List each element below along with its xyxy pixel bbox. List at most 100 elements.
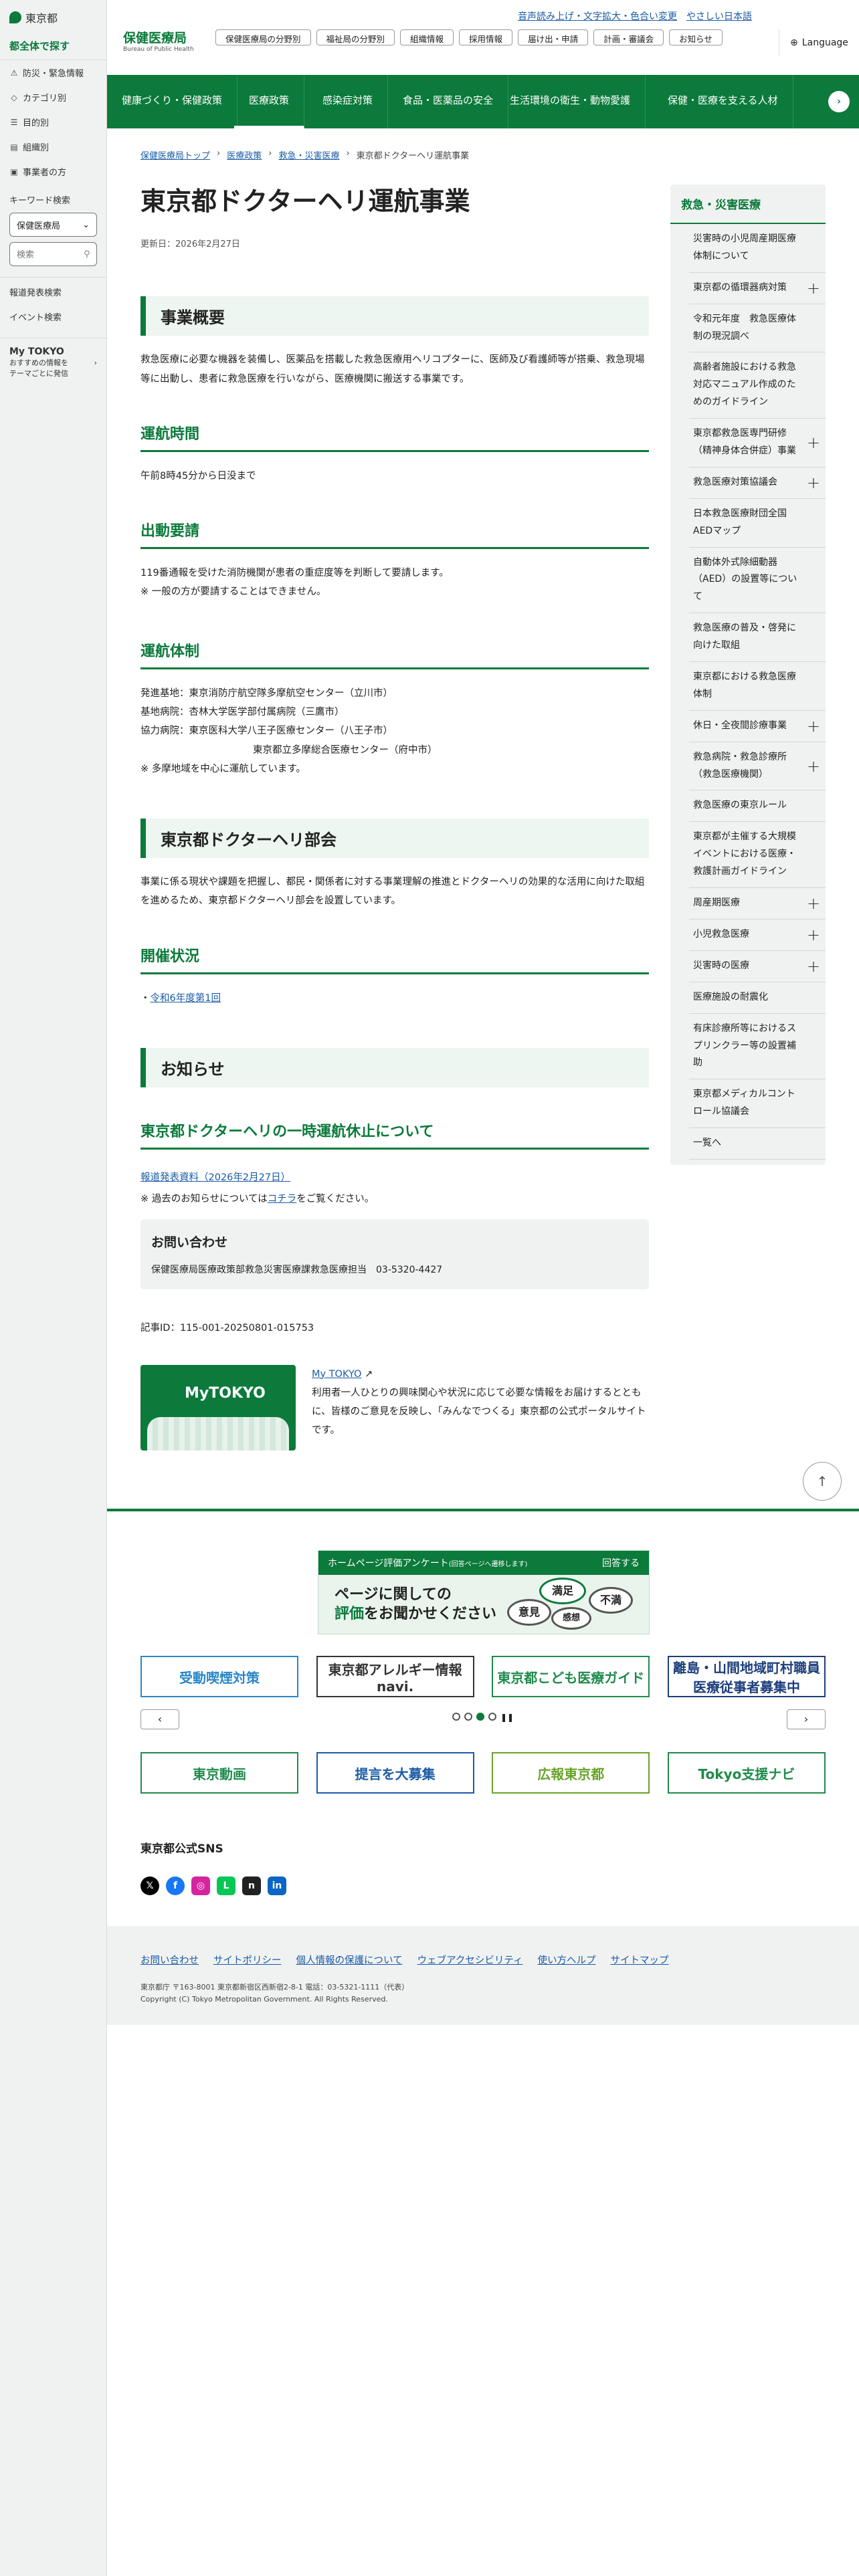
footer-link[interactable]: サイトマップ xyxy=(610,1953,668,1967)
footer-link[interactable]: お問い合わせ xyxy=(140,1953,199,1967)
footer-link[interactable]: 使い方ヘルプ xyxy=(537,1953,595,1967)
carousel-prev-button[interactable]: ‹ xyxy=(140,1709,179,1729)
survey-banner[interactable]: ホームページ評価アンケート(回答ページへ遷移します) 回答する ページに関しての… xyxy=(318,1550,650,1634)
side-nav-item[interactable]: 医療施設の耐震化 xyxy=(689,982,826,1014)
footer-link[interactable]: 個人情報の保護について xyxy=(296,1953,403,1967)
note-icon[interactable]: n xyxy=(242,1876,261,1895)
side-nav-item[interactable]: 東京都における救急医療体制 xyxy=(689,662,826,711)
nav-tab[interactable]: 食品・医薬品の安全 xyxy=(388,75,509,128)
linkedin-icon[interactable]: in xyxy=(268,1876,286,1895)
side-nav-item[interactable]: 令和元年度 救急医療体制の現況調べ xyxy=(689,304,826,353)
plus-icon[interactable]: + xyxy=(807,274,820,303)
mytokyo-link[interactable]: My TOKYO おすすめの情報を テーマごとに発信 › xyxy=(0,338,106,387)
nav-next-button[interactable]: › xyxy=(828,91,850,112)
carousel-dot[interactable] xyxy=(452,1713,460,1721)
banner-link[interactable]: 東京動画 xyxy=(140,1752,298,1794)
nav-tab[interactable]: 保健・医療を支える人材 xyxy=(653,75,793,128)
banner-link[interactable]: 提言を大募集 xyxy=(316,1752,474,1794)
banner-link[interactable]: 離島・山間地域町村職員 医療従事者募集中 xyxy=(667,1656,826,1697)
footer-link[interactable]: サイトポリシー xyxy=(213,1953,282,1967)
header-pill[interactable]: 組織情報 xyxy=(400,29,454,45)
facebook-icon[interactable]: f xyxy=(166,1876,185,1895)
past-news-link[interactable]: コチラ xyxy=(268,1194,297,1204)
breadcrumb-item[interactable]: 保健医療局トップ xyxy=(140,148,210,161)
instagram-icon[interactable]: ◎ xyxy=(191,1876,210,1895)
side-nav-item[interactable]: 休日・全夜間診療事業 + xyxy=(689,711,826,742)
language-button[interactable]: ⊕ Language xyxy=(779,29,859,56)
carousel-dot-active[interactable] xyxy=(476,1713,484,1721)
breadcrumb-item[interactable]: 医療政策 xyxy=(227,148,262,161)
side-nav-item[interactable]: 日本救急医療財団全国AEDマップ xyxy=(689,499,826,548)
pause-icon[interactable]: ❚❚ xyxy=(500,1713,514,1722)
press-release-link[interactable]: 報道発表資料（2026年2月27日） xyxy=(140,1172,290,1183)
header-pill[interactable]: 採用情報 xyxy=(459,29,513,45)
accessibility-link[interactable]: 音声読み上げ・文字拡大・色合い変更 xyxy=(518,9,677,23)
carousel-dot[interactable] xyxy=(488,1713,496,1721)
side-nav-item[interactable]: 東京都の循環器病対策 + xyxy=(689,273,826,304)
breadcrumb-item[interactable]: 救急・災害医療 xyxy=(278,148,339,161)
sidebar-item[interactable]: ⚠ 防災・緊急情報 xyxy=(0,60,106,85)
banner-link[interactable]: 東京都アレルギー情報navi. xyxy=(316,1656,474,1697)
side-nav-item[interactable]: 自動体外式除細動器（AED）の設置等について xyxy=(689,548,826,614)
plus-icon[interactable]: + xyxy=(807,428,820,457)
system-note: ※ 多摩地域を中心に運航しています。 xyxy=(140,763,306,774)
x-icon[interactable]: 𝕏 xyxy=(140,1876,159,1895)
header-pill[interactable]: 保健医療局の分野別 xyxy=(215,29,311,45)
status-link[interactable]: 令和6年度第1回 xyxy=(151,993,221,1004)
report-search-link[interactable]: 報道発表検索 xyxy=(0,278,106,302)
plus-icon[interactable]: + xyxy=(807,712,820,741)
side-nav-item[interactable]: 小児救急医療 + xyxy=(689,920,826,951)
list-icon: ☰ xyxy=(10,117,18,127)
side-nav-item[interactable]: 東京都メディカルコントロール協議会 xyxy=(689,1079,826,1129)
banner-link[interactable]: 東京都こども医療ガイド xyxy=(492,1656,650,1697)
plus-icon[interactable]: + xyxy=(807,468,820,498)
header-pill[interactable]: 届け出・申請 xyxy=(518,29,589,45)
footer-link[interactable]: ウェブアクセシビリティ xyxy=(417,1953,523,1967)
side-nav-item[interactable]: 救急医療の普及・啓発に向けた取組 xyxy=(689,613,826,663)
header-pill[interactable]: お知らせ xyxy=(669,29,723,45)
side-nav-item[interactable]: 災害時の医療 + xyxy=(689,951,826,982)
bureau-brand[interactable]: 保健医療局 Bureau of Public Health xyxy=(123,28,194,53)
carousel-dot[interactable] xyxy=(464,1713,472,1721)
mytokyo-image[interactable]: MyTOKYO xyxy=(140,1364,296,1451)
sidebar-item[interactable]: ◇ カテゴリ別 xyxy=(0,85,106,110)
plus-icon[interactable]: + xyxy=(807,952,820,981)
side-nav-item[interactable]: 災害時の小児周産期医療体制について xyxy=(689,224,826,273)
nav-tab[interactable]: 感染症対策 xyxy=(308,75,389,128)
side-nav-item[interactable]: 救急医療の東京ルール xyxy=(689,790,826,823)
header-pill[interactable]: 福祉局の分野別 xyxy=(316,29,395,45)
header-pill[interactable]: 計画・審議会 xyxy=(593,29,664,45)
sidebar-item[interactable]: ▣ 事業者の方 xyxy=(0,159,106,184)
side-nav-item[interactable]: 救急病院・救急診療所（救急医療機関） + xyxy=(689,742,826,791)
search-icon[interactable]: ⚲ xyxy=(84,249,90,259)
mytokyo-promo-link[interactable]: My TOKYO xyxy=(312,1369,361,1380)
event-search-link[interactable]: イベント検索 xyxy=(0,302,106,327)
side-nav-item[interactable]: 有床診療所等におけるスプリンクラー等の設置補助 xyxy=(689,1014,826,1080)
side-nav-item[interactable]: 救急医療対策協議会 + xyxy=(689,467,826,499)
search-box[interactable]: ⚲ xyxy=(9,242,97,266)
banner-link[interactable]: 広報東京都 xyxy=(492,1752,650,1794)
nav-tab[interactable]: 健康づくり・保健政策 xyxy=(107,75,238,128)
side-nav-item[interactable]: 東京都が主催する大規模イベントにおける医療・救護計画ガイドライン xyxy=(689,822,826,889)
tokyo-logo[interactable]: 東京都 xyxy=(0,0,106,32)
banner-link[interactable]: Tokyo支援ナビ xyxy=(667,1752,826,1794)
bureau-select[interactable]: 保健医療局 ⌄ xyxy=(9,213,97,237)
banner-link[interactable]: 受動喫煙対策 xyxy=(140,1656,298,1697)
search-input[interactable] xyxy=(17,249,84,259)
sidebar-item[interactable]: ☰ 目的別 xyxy=(0,110,106,134)
side-nav-item[interactable]: 一覧へ xyxy=(689,1128,826,1160)
line-icon[interactable]: L xyxy=(217,1876,235,1895)
side-nav-title[interactable]: 救急・災害医療 xyxy=(670,185,826,224)
easy-japanese-link[interactable]: やさしい日本語 xyxy=(686,9,752,23)
side-nav-item[interactable]: 周産期医療 + xyxy=(689,888,826,920)
nav-tab[interactable]: 生活環境の衛生・動物愛護 xyxy=(495,75,646,128)
nav-tab[interactable]: 医療政策 xyxy=(234,75,305,128)
side-nav-item[interactable]: 東京都救急医専門研修（精神身体合併症）事業 + xyxy=(689,419,826,467)
plus-icon[interactable]: + xyxy=(807,889,820,918)
plus-icon[interactable]: + xyxy=(807,751,820,780)
plus-icon[interactable]: + xyxy=(807,920,820,950)
back-to-top-button[interactable]: ↑ xyxy=(803,1462,842,1501)
carousel-next-button[interactable]: › xyxy=(787,1709,826,1729)
side-nav-item[interactable]: 高齢者施設における救急対応マニュアル作成のためのガイドライン xyxy=(689,352,826,419)
sidebar-item[interactable]: ▤ 組織別 xyxy=(0,134,106,159)
